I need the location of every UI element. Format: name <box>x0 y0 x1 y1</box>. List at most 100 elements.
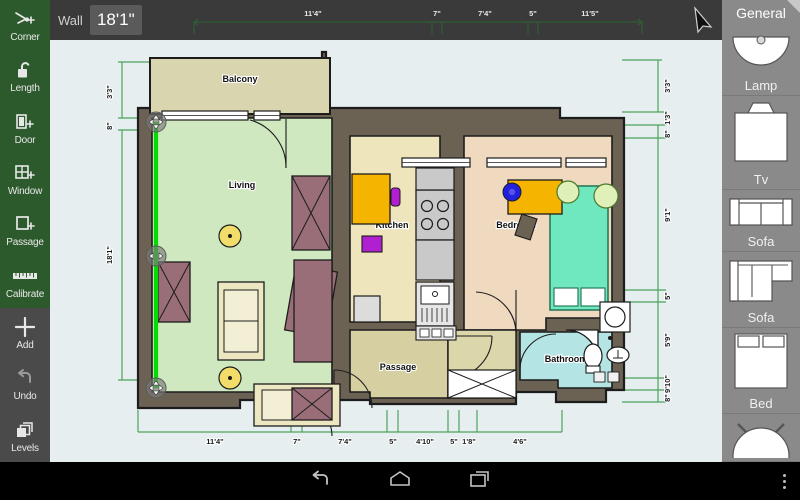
plus-icon <box>13 316 37 338</box>
tv-icon <box>722 96 800 172</box>
right-dim-4: 5" <box>663 292 672 300</box>
ruler-icon <box>12 265 38 287</box>
room-balcony[interactable] <box>149 57 331 115</box>
top-dim-4: 11'5" <box>581 9 599 18</box>
right-dim-5: 5'9" <box>663 333 672 347</box>
handle-top-left[interactable] <box>145 111 167 133</box>
passage-add-icon <box>13 213 37 235</box>
right-sidebar: General Lamp Tv Sofa Sofa Bed <box>722 0 800 462</box>
furniture-stove[interactable] <box>415 189 455 241</box>
library-item-label: Sofa <box>747 234 775 249</box>
lamp-top-icon <box>722 26 800 78</box>
library-item-bed[interactable]: Bed <box>722 328 800 414</box>
nav-recents-button[interactable] <box>440 462 520 500</box>
door-add-icon <box>13 111 37 133</box>
tool-label: Door <box>14 134 36 146</box>
marker-blue-dot[interactable] <box>502 182 522 202</box>
furniture-shelf-left[interactable] <box>157 261 191 323</box>
furniture-bathroom-sink[interactable] <box>606 346 630 364</box>
floor-plan-canvas[interactable]: 3'3" 8" 18'1" 3'3" 1'3" 8" 9'1" 5" 5'9" … <box>50 40 722 462</box>
furniture-plant-1[interactable] <box>556 180 580 204</box>
nav-home-button[interactable] <box>360 462 440 500</box>
library-item-tv[interactable]: Tv <box>722 96 800 190</box>
library-item-sofa-straight[interactable]: Sofa <box>722 190 800 252</box>
tool-window[interactable]: Window <box>0 153 50 206</box>
tool-label: Length <box>10 83 40 95</box>
furniture-kitchen-chair[interactable] <box>390 187 401 207</box>
furniture-sink-kitchen[interactable] <box>353 295 381 323</box>
wall-length-input[interactable] <box>89 5 142 35</box>
nav-overflow-button[interactable] <box>783 462 786 500</box>
undo-arrow-icon <box>13 367 37 389</box>
right-dim-2: 8" <box>663 130 672 138</box>
tool-calibrate[interactable]: Calibrate <box>0 256 50 308</box>
passage-opening-hall[interactable] <box>447 369 517 399</box>
round-table-icon <box>722 414 800 459</box>
home-icon <box>387 469 413 494</box>
library-item-label: Lamp <box>744 78 778 93</box>
tool-label: Passage <box>6 237 44 249</box>
tool-door[interactable]: Door <box>0 102 50 154</box>
right-dimension-ruler <box>622 59 666 403</box>
tool-label: Corner <box>10 32 40 44</box>
bottom-dim-5: 5" <box>450 437 458 446</box>
sofa-straight-icon <box>722 190 800 234</box>
furniture-toilet[interactable] <box>583 343 603 374</box>
app-root: Corner Length Door Window Passage Calibr… <box>0 0 800 500</box>
right-dim-6: 9'10" <box>663 375 672 393</box>
chevron-corner-icon <box>787 0 800 13</box>
bottom-dimension-ruler <box>137 410 563 433</box>
furniture-sofa-left[interactable] <box>217 281 265 361</box>
room-label-living: Living <box>229 180 256 190</box>
window-add-icon <box>13 162 37 184</box>
furniture-kitchen-burners[interactable] <box>415 325 457 341</box>
layers-icon <box>13 419 37 441</box>
tool-add[interactable]: Add <box>0 307 50 360</box>
tool-corner[interactable]: Corner <box>0 0 50 52</box>
library-item-round-table[interactable] <box>722 414 800 462</box>
window-balcony-2[interactable] <box>253 110 281 121</box>
furniture-cabinet-bottom-right[interactable] <box>291 387 333 421</box>
window-kitchen[interactable] <box>401 157 471 168</box>
window-bedroom-2[interactable] <box>565 157 607 168</box>
tool-label: Add <box>16 340 34 352</box>
handle-bottom-left[interactable] <box>145 377 167 399</box>
furniture-cabinet-right[interactable] <box>291 175 331 251</box>
tool-length[interactable]: Length <box>0 51 50 103</box>
category-dropdown[interactable]: General <box>722 0 800 26</box>
back-arrow-icon <box>308 469 332 494</box>
furniture-washer[interactable] <box>415 281 455 327</box>
android-nav-bar <box>0 462 800 500</box>
furniture-lamp-living[interactable] <box>218 366 242 390</box>
tool-undo[interactable]: Undo <box>0 359 50 411</box>
top-dim-2: 7'4" <box>478 9 492 18</box>
library-item-sofa-corner[interactable]: Sofa <box>722 252 800 328</box>
top-dim-1: 7" <box>433 9 441 18</box>
tool-label: Undo <box>13 391 37 403</box>
furniture-kitchen-counter[interactable] <box>351 173 391 225</box>
left-dim-1: 8" <box>105 122 114 130</box>
top-bar: Wall 11'4" 7" 7'4" 5" 11'5" <box>50 0 722 40</box>
tool-levels[interactable]: Levels <box>0 410 50 462</box>
furniture-cabinet-right-2[interactable] <box>293 259 333 363</box>
window-bedroom-1[interactable] <box>486 157 562 168</box>
tool-passage[interactable]: Passage <box>0 205 50 257</box>
handle-mid-left[interactable] <box>145 245 167 267</box>
furniture-plant-2[interactable] <box>593 183 619 209</box>
right-dim-0: 3'3" <box>663 79 672 93</box>
bottom-dim-0: 11'4" <box>206 437 224 446</box>
furniture-lamp-living-2[interactable] <box>218 224 242 248</box>
bottom-dim-2: 7'4" <box>338 437 352 446</box>
tool-label: Calibrate <box>5 288 45 300</box>
recents-icon <box>468 469 492 494</box>
wall-label: Wall <box>58 12 83 28</box>
window-balcony[interactable] <box>161 110 249 121</box>
library-item-lamp[interactable]: Lamp <box>722 26 800 96</box>
overflow-menu-icon <box>783 472 786 490</box>
bed-double-icon <box>722 328 800 396</box>
top-dim-0: 11'4" <box>304 9 322 18</box>
bottom-dim-7: 4'6" <box>513 437 527 446</box>
furniture-washing-machine[interactable] <box>599 301 631 333</box>
nav-back-button[interactable] <box>280 462 360 500</box>
furniture-kitchen-stool[interactable] <box>361 235 383 253</box>
